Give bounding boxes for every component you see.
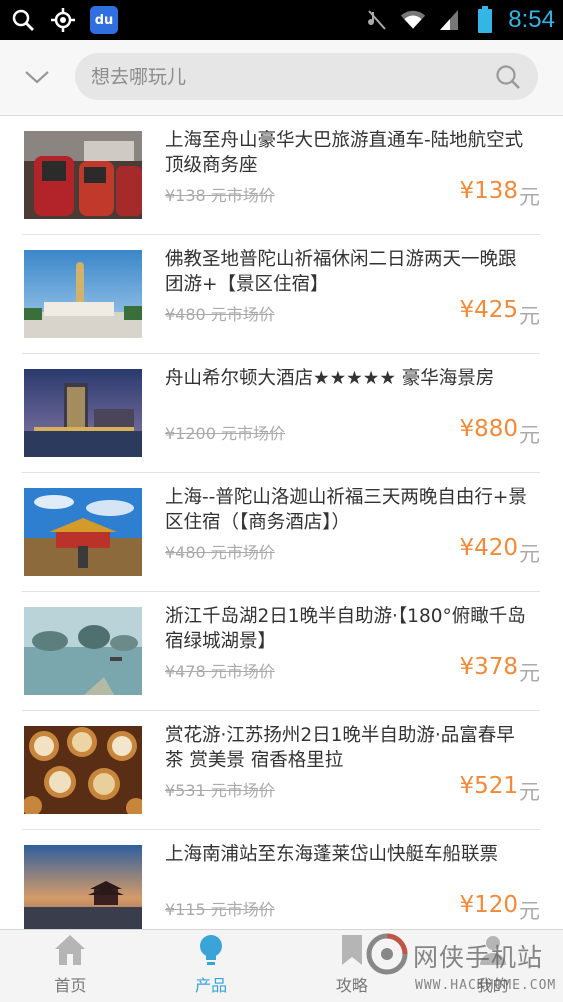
status-bar: du 8:54 [0,0,563,40]
chevron-down-icon[interactable] [22,62,52,92]
search-input[interactable] [91,53,491,100]
market-price: ¥138 元市场价 [165,186,275,205]
search-icon[interactable] [494,63,522,91]
nav-mine[interactable]: 我的 [422,930,563,1002]
gps-icon [50,7,76,33]
list-item[interactable]: 佛教圣地普陀山祈福休闲二日游两天一晚跟团游+【景区住宿】 ¥480 元市场价 ¥… [22,235,540,354]
dim-sum-image [24,726,142,814]
buddha-statue-image [24,250,142,338]
product-title: 佛教圣地普陀山祈福休闲二日游两天一晚跟团游+【景区住宿】 [165,249,517,295]
sale-price: ¥521 [459,773,518,799]
baidu-app-icon: du [90,6,118,34]
search-bar[interactable] [75,53,538,100]
battery-icon [472,6,498,33]
sale-price: ¥120 [459,892,518,918]
product-title: 浙江千岛湖2日1晚半自助游·【180°俯瞰千岛 宿绿城湖景】 [165,606,526,652]
clock: 8:54 [508,6,555,33]
search-icon [10,7,36,33]
nav-products[interactable]: 产品 [141,930,282,1002]
wifi-icon [400,7,426,33]
sale-price: ¥378 [459,654,518,680]
sale-price: ¥425 [459,297,518,323]
market-price: ¥480 元市场价 [165,305,275,324]
hotel-night-image [24,369,142,457]
price-unit: 元 [519,423,540,447]
user-icon [479,936,506,965]
price-unit: 元 [519,542,540,566]
bookmark-icon [341,935,362,965]
list-item[interactable]: 舟山希尔顿大酒店★★★★★ 豪华海景房 ¥1200 元市场价 ¥880 元 [22,354,540,473]
nav-guides[interactable]: 攻略 [282,930,423,1002]
list-item[interactable]: 赏花游·江苏扬州2日1晚半自助游·品富春早茶 赏美景 宿香格里拉 ¥531 元市… [22,711,540,830]
price-unit: 元 [519,185,540,209]
home-icon [55,935,86,965]
market-price: ¥115 元市场价 [165,900,275,919]
product-title: 舟山希尔顿大酒店★★★★★ 豪华海景房 [165,368,495,389]
market-price: ¥1200 元市场价 [165,424,285,443]
signal-icon [436,7,462,33]
product-title: 上海--普陀山洛迦山祈福三天两晚自由行+景区住宿（【商务酒店】） [165,487,527,533]
pavilion-sunset-image [24,845,142,933]
nav-products-label: 产品 [195,976,228,995]
mute-icon [364,7,390,33]
nav-guides-label: 攻略 [335,976,368,995]
nav-home[interactable]: 首页 [0,930,141,1002]
nav-mine-label: 我的 [476,976,509,995]
market-price: ¥480 元市场价 [165,543,275,562]
product-list: 上海至舟山豪华大巴旅游直通车-陆地航空式顶级商务座 ¥138 元市场价 ¥138… [0,116,563,949]
market-price: ¥531 元市场价 [165,781,275,800]
sale-price: ¥880 [459,416,518,442]
temple-image [24,488,142,576]
lightbulb-icon [200,935,223,965]
bottom-nav: 首页 产品 攻略 我的 [0,929,563,1002]
price-unit: 元 [519,899,540,923]
price-unit: 元 [519,780,540,804]
price-unit: 元 [519,661,540,685]
sale-price: ¥138 [459,178,518,204]
list-item[interactable]: 上海--普陀山洛迦山祈福三天两晚自由行+景区住宿（【商务酒店】） ¥480 元市… [22,473,540,592]
lake-islands-image [24,607,142,695]
sale-price: ¥420 [459,535,518,561]
product-title: 赏花游·江苏扬州2日1晚半自助游·品富春早茶 赏美景 宿香格里拉 [165,725,515,771]
price-unit: 元 [519,304,540,328]
product-title: 上海至舟山豪华大巴旅游直通车-陆地航空式顶级商务座 [165,130,524,176]
search-header [0,40,563,116]
list-item[interactable]: 上海至舟山豪华大巴旅游直通车-陆地航空式顶级商务座 ¥138 元市场价 ¥138… [22,116,540,235]
nav-home-label: 首页 [54,976,87,995]
bus-interior-image [24,131,142,219]
list-item[interactable]: 浙江千岛湖2日1晚半自助游·【180°俯瞰千岛 宿绿城湖景】 ¥478 元市场价… [22,592,540,711]
market-price: ¥478 元市场价 [165,662,275,681]
product-title: 上海南浦站至东海蓬莱岱山快艇车船联票 [165,844,499,865]
